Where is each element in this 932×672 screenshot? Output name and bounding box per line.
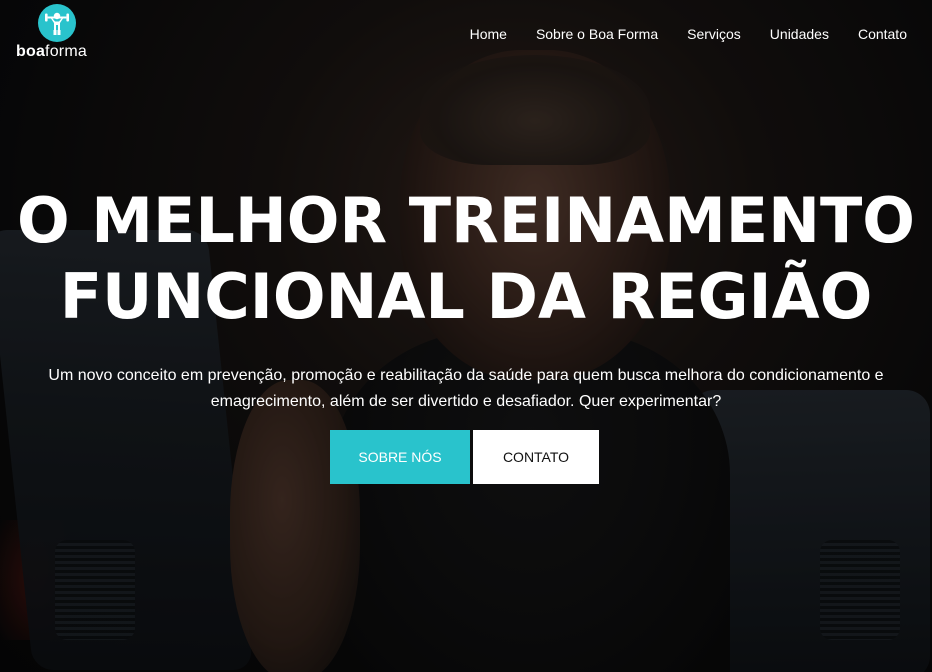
- brand-wordmark: boaforma: [16, 43, 87, 60]
- sobre-nos-button[interactable]: SOBRE NÓS: [330, 430, 470, 484]
- weightlifter-icon: [38, 4, 76, 42]
- main-nav: Home Sobre o Boa Forma Serviços Unidades…: [441, 26, 907, 42]
- contato-button[interactable]: CONTATO: [473, 430, 599, 484]
- nav-item-home[interactable]: Home: [470, 26, 507, 42]
- hero-section: boaforma Home Sobre o Boa Forma Serviços…: [0, 0, 932, 672]
- hero-overlay: [0, 0, 932, 672]
- nav-item-sobre[interactable]: Sobre o Boa Forma: [536, 26, 658, 42]
- nav-item-contato[interactable]: Contato: [858, 26, 907, 42]
- hero-headline-line-1: O MELHOR TREINAMENTO: [16, 184, 916, 257]
- hero-subtitle-line-1: Um novo conceito em prevenção, promoção …: [48, 367, 884, 384]
- brand-logo[interactable]: boaforma: [16, 4, 106, 64]
- nav-item-unidades[interactable]: Unidades: [770, 26, 829, 42]
- hero-subtitle: Um novo conceito em prevenção, promoção …: [0, 363, 932, 415]
- hero-headline-line-2: FUNCIONAL DA REGIÃO: [59, 260, 873, 333]
- hero-headline: O MELHOR TREINAMENTO FUNCIONAL DA REGIÃO: [0, 183, 932, 335]
- hero-subtitle-line-2: emagrecimento, além de ser divertido e d…: [210, 393, 722, 410]
- site-header: boaforma Home Sobre o Boa Forma Serviços…: [0, 0, 932, 70]
- nav-item-servicos[interactable]: Serviços: [687, 26, 741, 42]
